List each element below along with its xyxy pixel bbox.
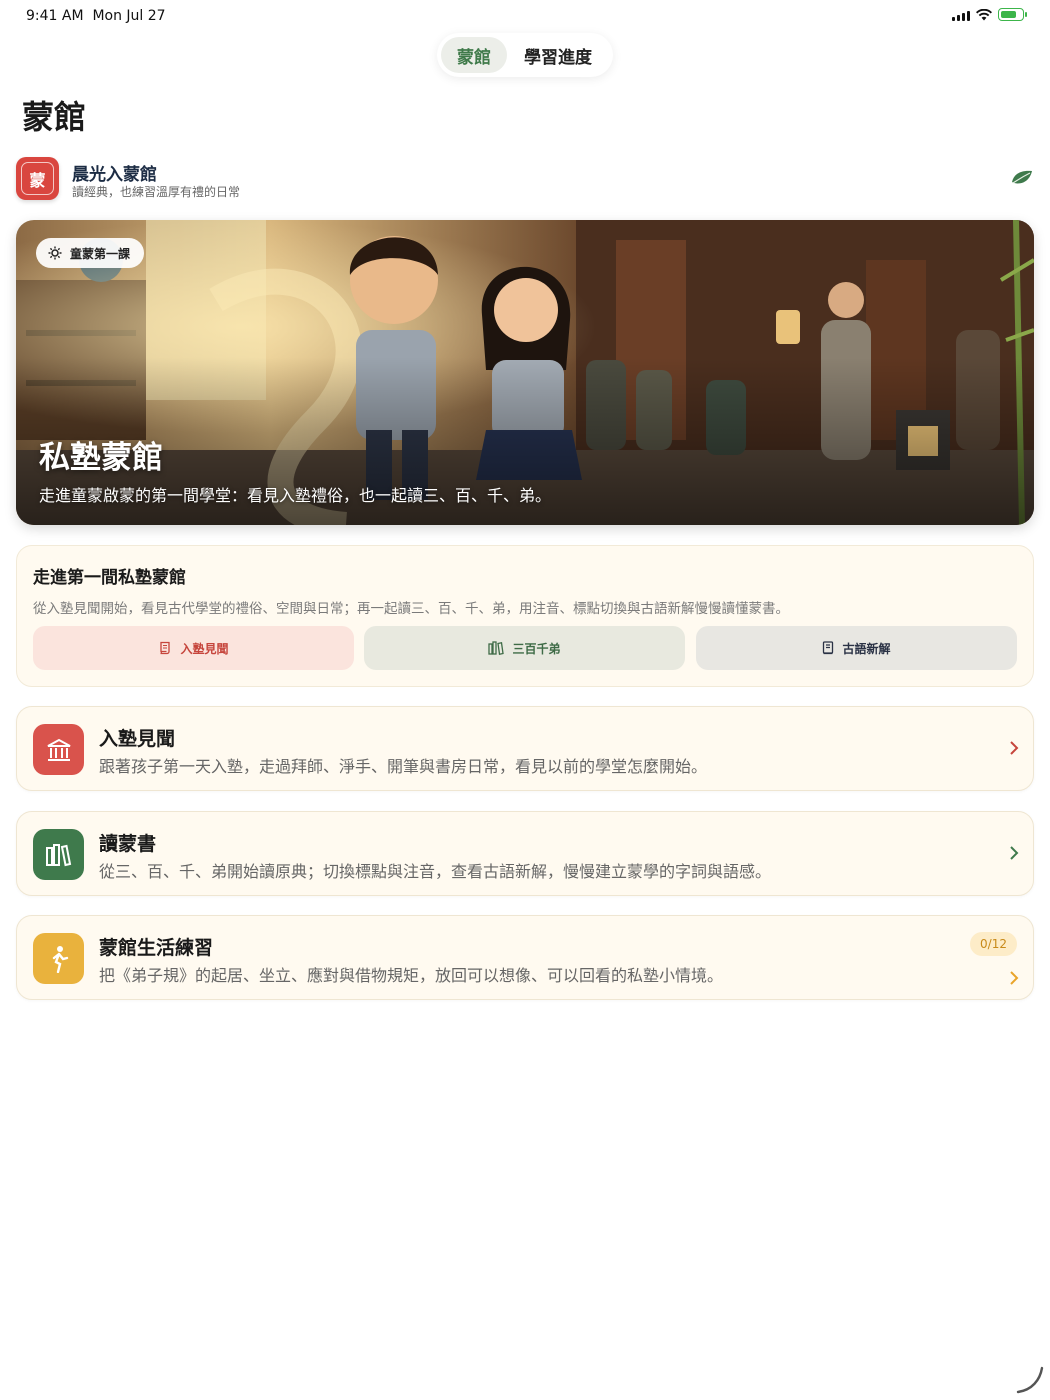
brand-name: 晨光入蒙館 — [72, 165, 157, 185]
home-indicator — [1016, 1366, 1044, 1394]
segmented-control: 蒙館 學習進度 — [437, 33, 613, 77]
tab-learning-progress[interactable]: 學習進度 — [507, 37, 609, 73]
classics-label: 三百千弟 — [512, 641, 561, 656]
section-description: 跟著孩子第一天入塾，走過拜師、淨手、開筆與書房日常，看見以前的學堂怎麼開始。 — [99, 757, 708, 776]
cellular-signal-icon — [952, 9, 970, 21]
chevron-right-icon — [1010, 741, 1019, 755]
intro-title: 走進第一間私塾蒙館 — [33, 568, 186, 588]
temple-icon — [33, 724, 84, 775]
hero-badge: 童蒙第一課 — [36, 238, 145, 268]
entry-observation-label: 入塾見聞 — [180, 641, 229, 656]
section-title: 入塾見聞 — [99, 728, 176, 750]
scroll-icon — [160, 641, 171, 655]
hero-banner[interactable]: 童蒙第一課 私塾蒙館 走進童蒙啟蒙的第一間學堂：看見入塾禮俗，也一起讀三、百、千… — [16, 220, 1034, 525]
status-bar: 9:41 AM Mon Jul 27 — [0, 0, 1050, 34]
section-description: 把《弟子規》的起居、坐立、應對與借物規矩，放回可以想像、可以回看的私塾小情境。 — [99, 966, 724, 985]
section-card-entry[interactable]: 入塾見聞 跟著孩子第一天入塾，走過拜師、淨手、開筆與書房日常，看見以前的學堂怎麼… — [16, 706, 1034, 791]
status-icons — [952, 8, 1027, 21]
logo-char: 蒙 — [21, 162, 54, 195]
app-logo: 蒙 — [16, 157, 59, 200]
intro-card: 走進第一間私塾蒙館 從入塾見聞開始，看見古代學堂的禮俗、空間與日常；再一起讀三、… — [16, 545, 1034, 687]
page-title: 蒙館 — [22, 98, 87, 136]
section-description: 從三、百、千、弟開始讀原典；切換標點與注音，查看古語新解，慢慢建立蒙學的字詞與語… — [99, 862, 772, 881]
status-time: 9:41 AM Mon Jul 27 — [26, 8, 166, 24]
modern-interpretation-label: 古語新解 — [842, 641, 891, 656]
books-icon — [33, 829, 84, 880]
book-icon — [823, 641, 834, 655]
hero-badge-label: 童蒙第一課 — [70, 246, 131, 261]
hero-title: 私塾蒙館 — [39, 440, 163, 476]
leaf-icon[interactable] — [1010, 168, 1034, 188]
chevron-right-icon — [1010, 971, 1019, 985]
progress-badge: 0/12 — [970, 932, 1017, 956]
battery-icon — [998, 8, 1027, 21]
section-card-reading[interactable]: 讀蒙書 從三、百、千、弟開始讀原典；切換標點與注音，查看古語新解，慢慢建立蒙學的… — [16, 811, 1034, 896]
brand-subtitle: 讀經典，也練習溫厚有禮的日常 — [72, 185, 241, 199]
books-icon — [488, 641, 505, 655]
tab-menguan[interactable]: 蒙館 — [441, 37, 507, 73]
walking-person-icon — [33, 933, 84, 984]
hero-illustration — [16, 220, 1034, 525]
section-card-practice[interactable]: 蒙館生活練習 把《弟子規》的起居、坐立、應對與借物規矩，放回可以想像、可以回看的… — [16, 915, 1034, 1000]
wifi-icon — [976, 8, 992, 20]
section-title: 讀蒙書 — [99, 833, 157, 855]
classics-button[interactable]: 三百千弟 — [364, 626, 685, 670]
entry-observation-button[interactable]: 入塾見聞 — [33, 626, 354, 670]
sun-icon — [48, 246, 62, 260]
section-title: 蒙館生活練習 — [99, 937, 214, 959]
intro-description: 從入塾見聞開始，看見古代學堂的禮俗、空間與日常；再一起讀三、百、千、弟，用注音、… — [33, 601, 789, 617]
chevron-right-icon — [1010, 846, 1019, 860]
hero-subtitle: 走進童蒙啟蒙的第一間學堂：看見入塾禮俗，也一起讀三、百、千、弟。 — [39, 486, 552, 505]
modern-interpretation-button[interactable]: 古語新解 — [696, 626, 1017, 670]
